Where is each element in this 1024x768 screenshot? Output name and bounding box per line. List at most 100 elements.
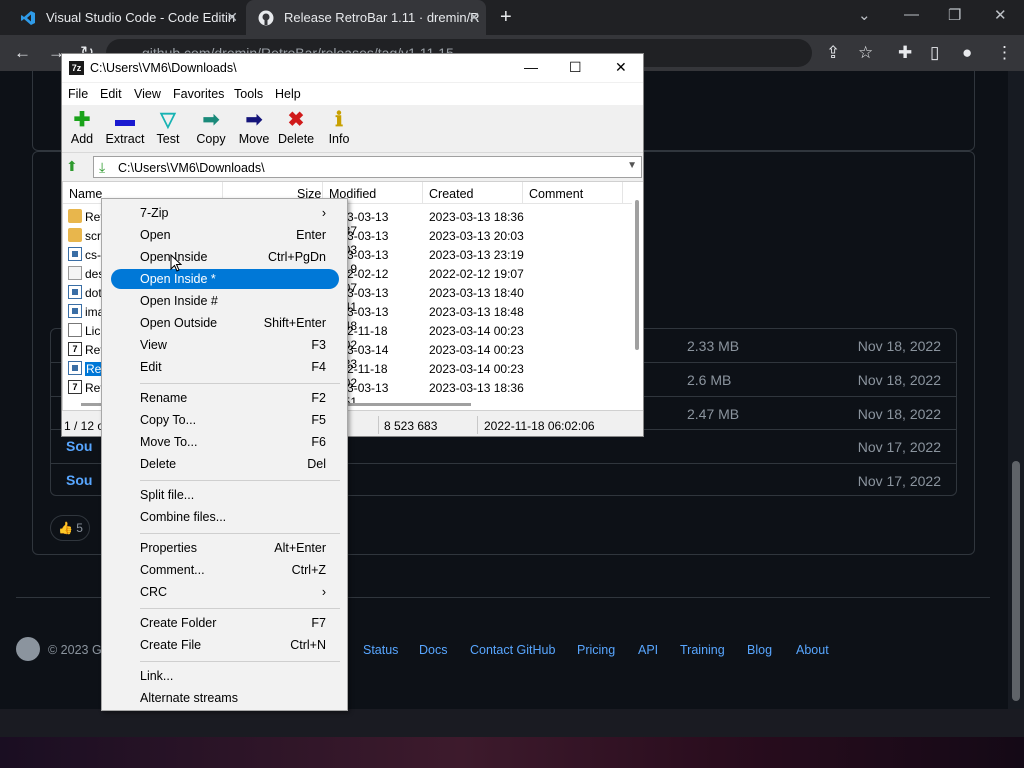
back-arrow-icon[interactable]: ← [14,43,31,63]
star-icon[interactable]: ☆ [858,43,873,63]
asset-name[interactable]: Sou [66,472,92,488]
menu-help[interactable]: Help [275,87,301,101]
footer-link-blog[interactable]: Blog [747,643,772,657]
tab-vscode[interactable]: Visual Studio Code - Code Editin ✕ [8,0,244,35]
move-button[interactable]: ➡ Move [238,108,270,146]
scrollbar-thumb[interactable] [1012,461,1020,701]
maximize-icon[interactable]: ☐ [569,59,582,76]
context-menu-item[interactable]: Delete Del [111,454,339,474]
context-menu-item[interactable]: Open Inside * [111,269,339,289]
profile-icon[interactable]: ● [962,43,972,63]
path-combobox[interactable]: ⤓ C:\Users\VM6\Downloads\ ▼ [93,156,642,178]
share-icon[interactable]: ⇪ [826,43,840,63]
tab-github-release[interactable]: Release RetroBar 1.11 · dremin/R ✕ [246,0,486,35]
close-icon[interactable]: ✕ [226,9,238,26]
context-menu-item[interactable]: Open Outside Shift+Enter [111,313,339,333]
context-menu-item[interactable]: Split file... [111,485,339,505]
extensions-icon[interactable]: ✚ [898,43,912,63]
context-menu-item[interactable]: Comment... Ctrl+Z [111,560,339,580]
path-text: C:\Users\VM6\Downloads\ [118,161,265,175]
folder-up-icon[interactable]: ⬆ [66,158,84,176]
restore-icon[interactable]: ❐ [948,6,961,24]
extract-button[interactable]: ▬ Extract [105,108,145,146]
context-menu-item[interactable]: Rename F2 [111,388,339,408]
footer-link-docs[interactable]: Docs [419,643,447,657]
column-comment[interactable]: Comment [529,187,583,201]
menu-item-label: Open Inside # [140,294,218,308]
context-menu-item[interactable]: Edit F4 [111,357,339,377]
page-scrollbar[interactable] [1008,71,1024,709]
vertical-scrollbar[interactable] [632,182,643,410]
close-icon[interactable]: ✕ [615,59,627,76]
toolbar: ✚ Add ▬ Extract ▽ Test ➡ Copy ➡ Move ✖ Delete … [62,105,643,153]
footer-link-contact[interactable]: Contact GitHub [470,643,555,657]
menu-view[interactable]: View [134,87,161,101]
button-label: Move [238,132,270,146]
asset-size: 2.47 MB [687,406,740,422]
new-tab-icon[interactable]: + [500,6,512,29]
menu-item-label: 7-Zip [140,206,169,220]
menu-item-label: View [140,338,167,352]
more-menu-icon[interactable]: ⋮ [996,43,1013,63]
scrollbar-thumb[interactable] [635,200,639,350]
github-logo-icon[interactable] [16,637,40,661]
asset-date: Nov 18, 2022 [857,372,941,388]
context-menu-item[interactable]: Create File Ctrl+N [111,635,339,655]
minimize-icon[interactable]: — [904,6,919,23]
test-button[interactable]: ▽ Test [155,108,181,146]
menu-item-shortcut: F4 [311,360,326,374]
menu-item-label: Split file... [140,488,195,502]
window-title-bar[interactable]: 7z C:\Users\VM6\Downloads\ — ☐ ✕ [62,54,643,82]
footer-link-pricing[interactable]: Pricing [577,643,615,657]
context-menu-item[interactable]: Open Inside Ctrl+PgDn [111,247,339,267]
footer-link-training[interactable]: Training [680,643,725,657]
file-name: scr [85,229,101,243]
thumbs-up-icon: 👍 [58,521,73,535]
context-menu-item[interactable]: 7-Zip › [111,203,339,223]
side-panel-icon[interactable]: ▯ [930,43,939,63]
context-menu-item[interactable]: Move To... F6 [111,432,339,452]
file-created: 2023-03-13 18:36 [429,381,524,395]
menu-item-label: Alternate streams [140,691,238,705]
menu-file[interactable]: File [68,87,88,101]
minimize-icon[interactable]: — [524,59,538,75]
close-icon[interactable]: ✕ [468,9,480,26]
context-menu-item[interactable]: CRC › [111,582,339,602]
column-name[interactable]: Name [69,187,102,201]
check-icon: ▽ [160,109,176,131]
file-name: dot [85,286,102,300]
context-menu-item[interactable]: Create Folder F7 [111,613,339,633]
column-created[interactable]: Created [429,187,473,201]
context-menu-item[interactable]: Properties Alt+Enter [111,538,339,558]
context-menu-item[interactable]: Copy To... F5 [111,410,339,430]
context-menu-item[interactable]: View F3 [111,335,339,355]
folder-icon [68,209,82,223]
button-label: Delete [278,132,315,146]
info-button[interactable]: ℹ Info [327,108,351,146]
column-separator [422,182,423,204]
context-menu-item[interactable]: Link... [111,666,339,686]
menu-item-label: Link... [140,669,174,683]
footer-link-status[interactable]: Status [363,643,398,657]
menu-favorites[interactable]: Favorites [173,87,224,101]
delete-button[interactable]: ✖ Delete [278,108,314,146]
menu-item-shortcut: Ctrl+PgDn [267,250,326,264]
menu-tools[interactable]: Tools [234,87,263,101]
close-window-icon[interactable]: ✕ [994,6,1007,24]
reaction-thumbs-up[interactable]: 👍 5 [50,515,90,541]
chevron-down-icon[interactable]: ▼ [627,160,637,171]
status-separator [477,416,478,434]
context-menu-item[interactable]: Open Enter [111,225,339,245]
copy-button[interactable]: ➡ Copy [195,108,227,146]
context-menu-item[interactable]: Alternate streams [111,688,339,708]
menu-edit[interactable]: Edit [100,87,122,101]
chevron-down-icon[interactable]: ⌄ [858,6,871,24]
footer-link-api[interactable]: API [638,643,658,657]
menu-item-shortcut: F3 [311,338,326,352]
context-menu-item[interactable]: Combine files... [111,507,339,527]
footer-link-about[interactable]: About [796,643,829,657]
asset-name[interactable]: Sou [66,438,92,454]
add-button[interactable]: ✚ Add [69,108,95,146]
context-menu-item[interactable]: Open Inside # [111,291,339,311]
menu-item-label: Open Inside * [140,272,216,286]
